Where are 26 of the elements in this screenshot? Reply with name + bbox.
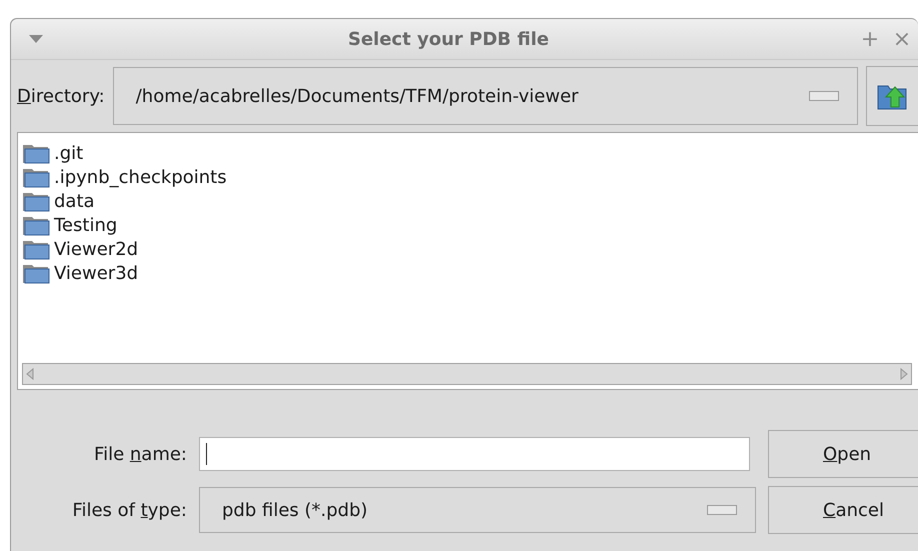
directory-dropdown[interactable]: /home/acabrelles/Documents/TFM/protein-viewer: [112, 67, 858, 125]
file-name-label: File name:: [93, 444, 187, 464]
dropdown-indicator-icon: [707, 505, 737, 515]
folder-item[interactable]: Viewer2d: [22, 237, 914, 261]
file-type-dropdown[interactable]: pdb files (*.pdb): [199, 487, 756, 533]
window-title: Select your PDB file: [347, 28, 550, 50]
folder-item[interactable]: .ipynb_checkpoints: [22, 165, 914, 189]
folder-item[interactable]: Viewer3d: [22, 261, 914, 285]
folder-icon: [22, 262, 50, 284]
dropdown-indicator-icon: [809, 91, 839, 101]
folder-icon: [22, 238, 50, 260]
open-button[interactable]: Open: [768, 430, 918, 478]
up-folder-button[interactable]: [866, 66, 918, 126]
horizontal-scrollbar[interactable]: [22, 363, 912, 385]
file-type-label: Files of type:: [71, 500, 187, 520]
folder-icon: [22, 166, 50, 188]
cancel-button[interactable]: Cancel: [768, 486, 918, 534]
folder-icon: [22, 190, 50, 212]
folder-item[interactable]: data: [22, 189, 914, 213]
folder-item[interactable]: .git: [22, 141, 914, 165]
folder-item[interactable]: Testing: [22, 213, 914, 237]
menu-caret-icon[interactable]: [29, 35, 43, 43]
file-name-field[interactable]: [199, 437, 750, 471]
folder-icon: [22, 214, 50, 236]
folder-icon: [22, 142, 50, 164]
directory-label: Directory:: [17, 86, 105, 106]
